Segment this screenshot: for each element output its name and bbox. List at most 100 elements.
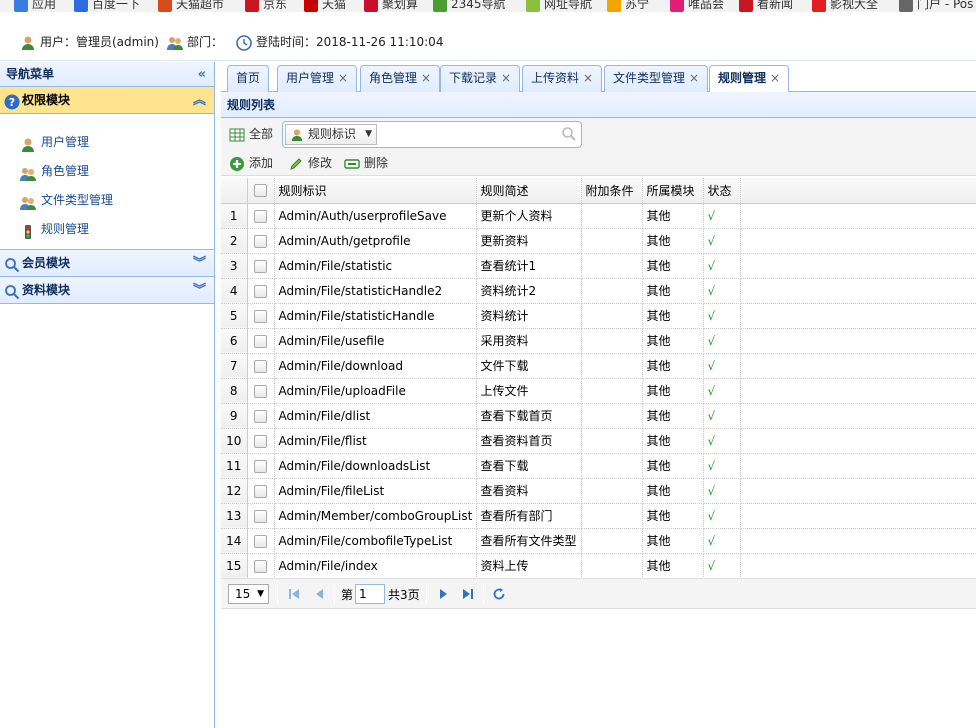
table-row[interactable]: 1 Admin/Auth/userprofileSave 更新个人资料 其他 √ xyxy=(221,203,976,229)
delete-button[interactable]: 删除 xyxy=(344,153,388,173)
bookmark-item[interactable]: 天猫超市 xyxy=(158,0,224,12)
page-size-select[interactable]: 15 ▼ xyxy=(228,584,269,604)
tab-upload-resources[interactable]: 上传资料 × xyxy=(522,65,603,92)
table-row[interactable]: 15 Admin/File/index 资料上传 其他 √ xyxy=(221,553,976,579)
bookmark-item[interactable]: 京东 xyxy=(245,0,287,12)
table-row[interactable]: 9 Admin/File/dlist 查看下载首页 其他 √ xyxy=(221,403,976,429)
table-row[interactable]: 5 Admin/File/statisticHandle 资料统计 其他 √ xyxy=(221,303,976,329)
row-checkbox[interactable] xyxy=(254,309,267,323)
refresh-icon[interactable] xyxy=(492,587,506,601)
close-icon[interactable]: × xyxy=(421,71,431,85)
prev-page-icon[interactable] xyxy=(313,587,327,601)
cell-extra-condition xyxy=(581,203,643,229)
row-checkbox[interactable] xyxy=(254,234,267,248)
tab-user-management[interactable]: 用户管理 × xyxy=(277,65,358,92)
cell-rule-id: Admin/File/statisticHandle2 xyxy=(274,278,477,304)
tab-role-management[interactable]: 角色管理 × xyxy=(360,65,441,92)
row-checkbox[interactable] xyxy=(254,459,267,473)
bookmark-item[interactable]: 唯品会 xyxy=(670,0,724,12)
col-rule-desc[interactable]: 规则简述 xyxy=(476,178,582,204)
row-checkbox[interactable] xyxy=(254,434,267,448)
row-filler xyxy=(740,378,976,404)
edit-button[interactable]: 修改 xyxy=(288,153,332,173)
col-module[interactable]: 所属模块 xyxy=(642,178,704,204)
bookmark-item[interactable]: 看新闻 xyxy=(739,0,793,12)
module-permissions-header[interactable]: ? 权限模块 ︽ xyxy=(0,87,214,114)
col-rule-id[interactable]: 规则标识 xyxy=(274,178,477,204)
select-all-checkbox[interactable] xyxy=(254,184,267,198)
bookmark-item[interactable]: 影视大全 xyxy=(812,0,878,12)
row-number: 5 xyxy=(221,303,248,329)
expand-module-icon[interactable]: ︾ xyxy=(193,250,206,277)
tab-home[interactable]: 首页 xyxy=(227,65,270,92)
nav-item-user-management[interactable]: 用户管理 xyxy=(20,128,214,157)
cell-rule-id: Admin/File/flist xyxy=(274,428,477,454)
bookmark-item[interactable]: 门户 - Pos xyxy=(899,0,973,12)
next-page-icon[interactable] xyxy=(436,587,450,601)
dropdown-caret-icon: ▼ xyxy=(257,589,264,599)
row-checkbox[interactable] xyxy=(254,359,267,373)
close-icon[interactable]: × xyxy=(501,71,511,85)
bookmark-item[interactable]: 百度一下 xyxy=(74,0,140,12)
search-input[interactable] xyxy=(379,124,559,145)
cell-module: 其他 xyxy=(642,403,704,429)
first-page-icon[interactable] xyxy=(287,587,301,601)
row-checkbox[interactable] xyxy=(254,409,267,423)
page-number-input[interactable] xyxy=(355,584,385,604)
module-resources-header[interactable]: 资料模块 ︾ xyxy=(0,277,214,304)
nav-item-file-type-management[interactable]: 文件类型管理 xyxy=(20,186,214,215)
row-checkbox[interactable] xyxy=(254,334,267,348)
table-row[interactable]: 12 Admin/File/fileList 查看资料 其他 √ xyxy=(221,478,976,504)
table-row[interactable]: 6 Admin/File/usefile 采用资料 其他 √ xyxy=(221,328,976,354)
row-checkbox[interactable] xyxy=(254,534,267,548)
collapse-nav-icon[interactable]: « xyxy=(198,62,206,87)
tab-download-records[interactable]: 下载记录 × xyxy=(440,65,521,92)
table-row[interactable]: 14 Admin/File/combofileTypeList 查看所有文件类型 其他… xyxy=(221,528,976,554)
traffic-light-icon xyxy=(20,222,36,239)
col-status[interactable]: 状态 xyxy=(703,178,741,204)
cell-status: √ xyxy=(703,278,741,304)
table-row[interactable]: 2 Admin/Auth/getprofile 更新资料 其他 √ xyxy=(221,228,976,254)
nav-item-rule-management[interactable]: 规则管理 xyxy=(20,215,214,244)
close-icon[interactable]: × xyxy=(770,71,780,85)
close-icon[interactable]: × xyxy=(338,71,348,85)
row-checkbox[interactable] xyxy=(254,259,267,273)
row-checkbox[interactable] xyxy=(254,384,267,398)
table-row[interactable]: 11 Admin/File/downloadsList 查看下载 其他 √ xyxy=(221,453,976,479)
col-extra-condition[interactable]: 附加条件 xyxy=(581,178,643,204)
search-icon[interactable] xyxy=(561,126,577,142)
row-checkbox[interactable] xyxy=(254,559,267,573)
row-checkbox[interactable] xyxy=(254,484,267,498)
tab-rule-management[interactable]: 规则管理 × xyxy=(709,65,790,93)
search-field-select[interactable]: 规则标识 ▼ xyxy=(285,124,377,145)
table-row[interactable]: 3 Admin/File/statistic 查看统计1 其他 √ xyxy=(221,253,976,279)
expand-module-icon[interactable]: ︾ xyxy=(193,277,206,304)
bookmark-item[interactable]: 聚划算 xyxy=(364,0,418,12)
row-number: 3 xyxy=(221,253,248,279)
collapse-module-icon[interactable]: ︽ xyxy=(193,87,206,114)
bookmark-item[interactable]: 应用 xyxy=(14,0,56,12)
tab-file-type-management[interactable]: 文件类型管理 × xyxy=(604,65,709,92)
nav-item-role-management[interactable]: 角色管理 xyxy=(20,157,214,186)
row-filler xyxy=(740,428,976,454)
table-row[interactable]: 4 Admin/File/statisticHandle2 资料统计2 其他 √ xyxy=(221,278,976,304)
close-icon[interactable]: × xyxy=(583,71,593,85)
row-checkbox[interactable] xyxy=(254,509,267,523)
show-all-button[interactable]: 全部 xyxy=(229,124,273,144)
bookmark-item[interactable]: 2345导航 xyxy=(433,0,506,12)
last-page-icon[interactable] xyxy=(461,587,475,601)
row-checkbox[interactable] xyxy=(254,284,267,298)
bookmark-item[interactable]: 天猫 xyxy=(304,0,346,12)
close-icon[interactable]: × xyxy=(689,71,699,85)
cell-status: √ xyxy=(703,453,741,479)
add-icon xyxy=(229,156,245,172)
table-row[interactable]: 13 Admin/Member/comboGroupList 查看所有部门 其他 √ xyxy=(221,503,976,529)
table-row[interactable]: 10 Admin/File/flist 查看资料首页 其他 √ xyxy=(221,428,976,454)
module-members-header[interactable]: 会员模块 ︾ xyxy=(0,250,214,277)
bookmark-item[interactable]: 苏宁 xyxy=(607,0,649,12)
table-row[interactable]: 8 Admin/File/uploadFile 上传文件 其他 √ xyxy=(221,378,976,404)
table-row[interactable]: 7 Admin/File/download 文件下载 其他 √ xyxy=(221,353,976,379)
add-button[interactable]: 添加 xyxy=(229,153,273,173)
row-checkbox[interactable] xyxy=(254,209,267,223)
bookmark-item[interactable]: 网址导航 xyxy=(526,0,592,12)
